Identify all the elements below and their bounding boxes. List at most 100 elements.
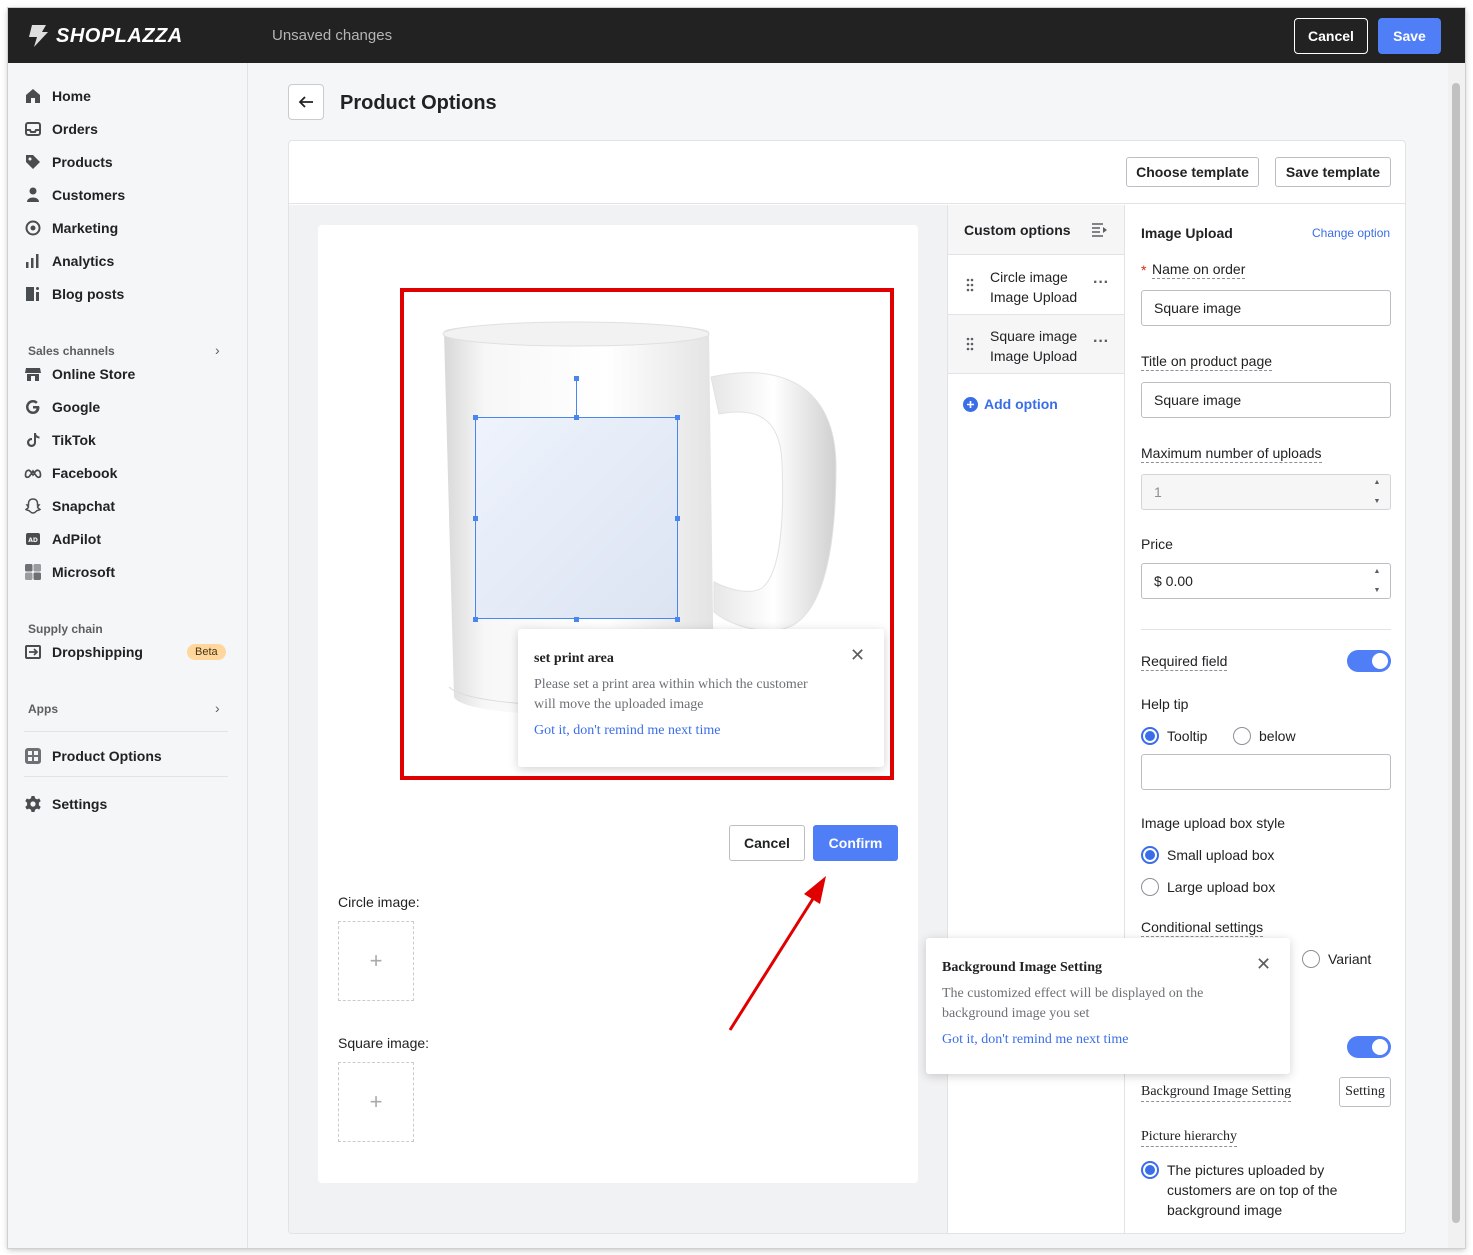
- shoplazza-logo[interactable]: SHOPLAZZA: [26, 23, 183, 49]
- sidebar-item-orders[interactable]: Orders: [24, 116, 98, 142]
- dropshipping-icon: [25, 645, 41, 659]
- popup-title: set print area: [534, 651, 614, 666]
- sidebar-item-label: Home: [52, 88, 91, 104]
- chevron-up-icon[interactable]: ▲: [1374, 479, 1381, 486]
- scrollbar[interactable]: [1448, 63, 1465, 1248]
- option-type: Image Upload: [990, 289, 1078, 305]
- collapse-panel-icon[interactable]: [1091, 223, 1109, 237]
- choose-template-button[interactable]: Choose template: [1126, 157, 1259, 187]
- max-uploads-input[interactable]: 1 ▲ ▼: [1141, 474, 1391, 510]
- sidebar-item-tiktok[interactable]: TikTok: [24, 427, 96, 453]
- drag-handle-icon[interactable]: [966, 278, 974, 292]
- print-area-rectangle[interactable]: [475, 417, 678, 619]
- small-upload-box-radio[interactable]: Small upload box: [1141, 845, 1274, 865]
- print-area-popup: set print area ✕ Please set a print area…: [518, 629, 884, 767]
- max-uploads-label: Maximum number of uploads: [1141, 445, 1322, 463]
- sidebar-item-marketing[interactable]: Marketing: [24, 215, 118, 241]
- sidebar-item-snapchat[interactable]: Snapchat: [24, 493, 115, 519]
- gear-icon: [25, 796, 41, 812]
- background-setting-button[interactable]: Setting: [1339, 1077, 1391, 1107]
- chevron-up-icon[interactable]: ▲: [1374, 568, 1381, 575]
- large-upload-box-radio[interactable]: Large upload box: [1141, 877, 1275, 897]
- sidebar-item-blog-posts[interactable]: Blog posts: [24, 281, 124, 307]
- brand-name: SHOPLAZZA: [56, 24, 183, 47]
- back-button[interactable]: [288, 84, 324, 120]
- cancel-button[interactable]: Cancel: [1294, 18, 1368, 54]
- sidebar-item-label: Products: [52, 154, 113, 170]
- section-divider: [1141, 629, 1391, 630]
- sidebar-item-customers[interactable]: Customers: [24, 182, 125, 208]
- resize-handle[interactable]: [675, 415, 680, 420]
- sidebar-item-microsoft[interactable]: Microsoft: [24, 559, 115, 585]
- sidebar-item-label: Orders: [52, 121, 98, 137]
- option-name: Circle image: [990, 269, 1068, 285]
- resize-handle[interactable]: [574, 617, 579, 622]
- sidebar-item-label: AdPilot: [52, 531, 101, 547]
- supply-chain-heading: Supply chain: [28, 622, 103, 636]
- conditional-variant-radio[interactable]: Variant: [1302, 949, 1371, 969]
- marketing-icon: [25, 220, 41, 236]
- sidebar-item-adpilot[interactable]: AD AdPilot: [24, 526, 101, 552]
- change-option-link[interactable]: Change option: [1312, 226, 1390, 240]
- option-row-square[interactable]: Square image Image Upload ···: [948, 315, 1124, 374]
- sidebar-item-facebook[interactable]: Facebook: [24, 460, 117, 486]
- resize-handle[interactable]: [675, 516, 680, 521]
- price-input[interactable]: $ 0.00 ▲ ▼: [1141, 563, 1391, 599]
- drag-handle-icon[interactable]: [966, 337, 974, 351]
- sidebar-item-label: Online Store: [52, 366, 136, 382]
- help-tip-tooltip-radio[interactable]: Tooltip: [1141, 726, 1207, 746]
- option-name: Square image: [990, 328, 1078, 344]
- close-icon[interactable]: ✕: [1256, 954, 1271, 975]
- resize-handle[interactable]: [473, 617, 478, 622]
- save-button[interactable]: Save: [1378, 18, 1441, 54]
- close-icon[interactable]: ✕: [850, 645, 865, 666]
- more-icon[interactable]: ···: [1093, 333, 1109, 351]
- resize-handle[interactable]: [675, 617, 680, 622]
- sidebar-item-products[interactable]: Products: [24, 149, 113, 175]
- dont-remind-link[interactable]: Got it, don't remind me next time: [942, 1032, 1128, 1048]
- name-on-order-input[interactable]: Square image: [1141, 290, 1391, 326]
- circle-image-upload-box[interactable]: +: [338, 921, 414, 1001]
- sidebar-item-label: Blog posts: [52, 286, 125, 302]
- resize-handle[interactable]: [574, 415, 579, 420]
- required-field-toggle[interactable]: [1347, 650, 1391, 672]
- dont-remind-link[interactable]: Got it, don't remind me next time: [534, 723, 720, 739]
- add-option-button[interactable]: Add option: [963, 396, 1058, 412]
- square-image-upload-box[interactable]: +: [338, 1062, 414, 1142]
- rotate-handle[interactable]: [574, 376, 579, 381]
- background-image-setting-label: Background Image Setting: [1141, 1084, 1292, 1102]
- settings-title: Image Upload: [1141, 225, 1233, 241]
- sidebar-item-online-store[interactable]: Online Store: [24, 361, 135, 387]
- radio-selected-icon: [1141, 727, 1159, 745]
- resize-handle[interactable]: [473, 415, 478, 420]
- sidebar-item-dropshipping[interactable]: Dropshipping Beta: [24, 639, 226, 665]
- svg-text:AD: AD: [28, 537, 38, 544]
- help-tip-input[interactable]: [1141, 754, 1391, 790]
- background-image-toggle[interactable]: [1347, 1036, 1391, 1058]
- sidebar-item-settings[interactable]: Settings: [24, 791, 107, 817]
- sidebar-item-label: Facebook: [52, 465, 118, 481]
- sidebar-item-analytics[interactable]: Analytics: [24, 248, 114, 274]
- sidebar-item-google[interactable]: Google: [24, 394, 100, 420]
- option-row-circle[interactable]: Circle image Image Upload ···: [948, 256, 1124, 315]
- title-on-product-page-input[interactable]: Square image: [1141, 382, 1391, 418]
- sidebar-item-home[interactable]: Home: [24, 83, 91, 109]
- save-template-button[interactable]: Save template: [1275, 157, 1391, 187]
- help-tip-below-radio[interactable]: below: [1233, 726, 1296, 746]
- sidebar-item-product-options[interactable]: Product Options: [24, 743, 162, 769]
- hierarchy-on-top-radio[interactable]: The pictures uploaded by customers are o…: [1141, 1160, 1371, 1220]
- print-area-confirm-button[interactable]: Confirm: [813, 825, 898, 861]
- more-icon[interactable]: ···: [1093, 274, 1109, 292]
- number-stepper[interactable]: ▲ ▼: [1370, 479, 1384, 505]
- number-stepper[interactable]: ▲ ▼: [1370, 568, 1384, 594]
- unsaved-status: Unsaved changes: [272, 27, 393, 44]
- chevron-right-icon[interactable]: ›: [215, 342, 220, 358]
- print-area-cancel-button[interactable]: Cancel: [729, 825, 805, 861]
- circle-image-label: Circle image:: [338, 894, 420, 910]
- resize-handle[interactable]: [473, 516, 478, 521]
- chevron-down-icon[interactable]: ▼: [1374, 587, 1381, 594]
- scrollbar-thumb[interactable]: [1452, 83, 1460, 1223]
- chevron-right-icon[interactable]: ›: [215, 700, 220, 716]
- sidebar-item-label: Settings: [52, 796, 108, 812]
- chevron-down-icon[interactable]: ▼: [1374, 498, 1381, 505]
